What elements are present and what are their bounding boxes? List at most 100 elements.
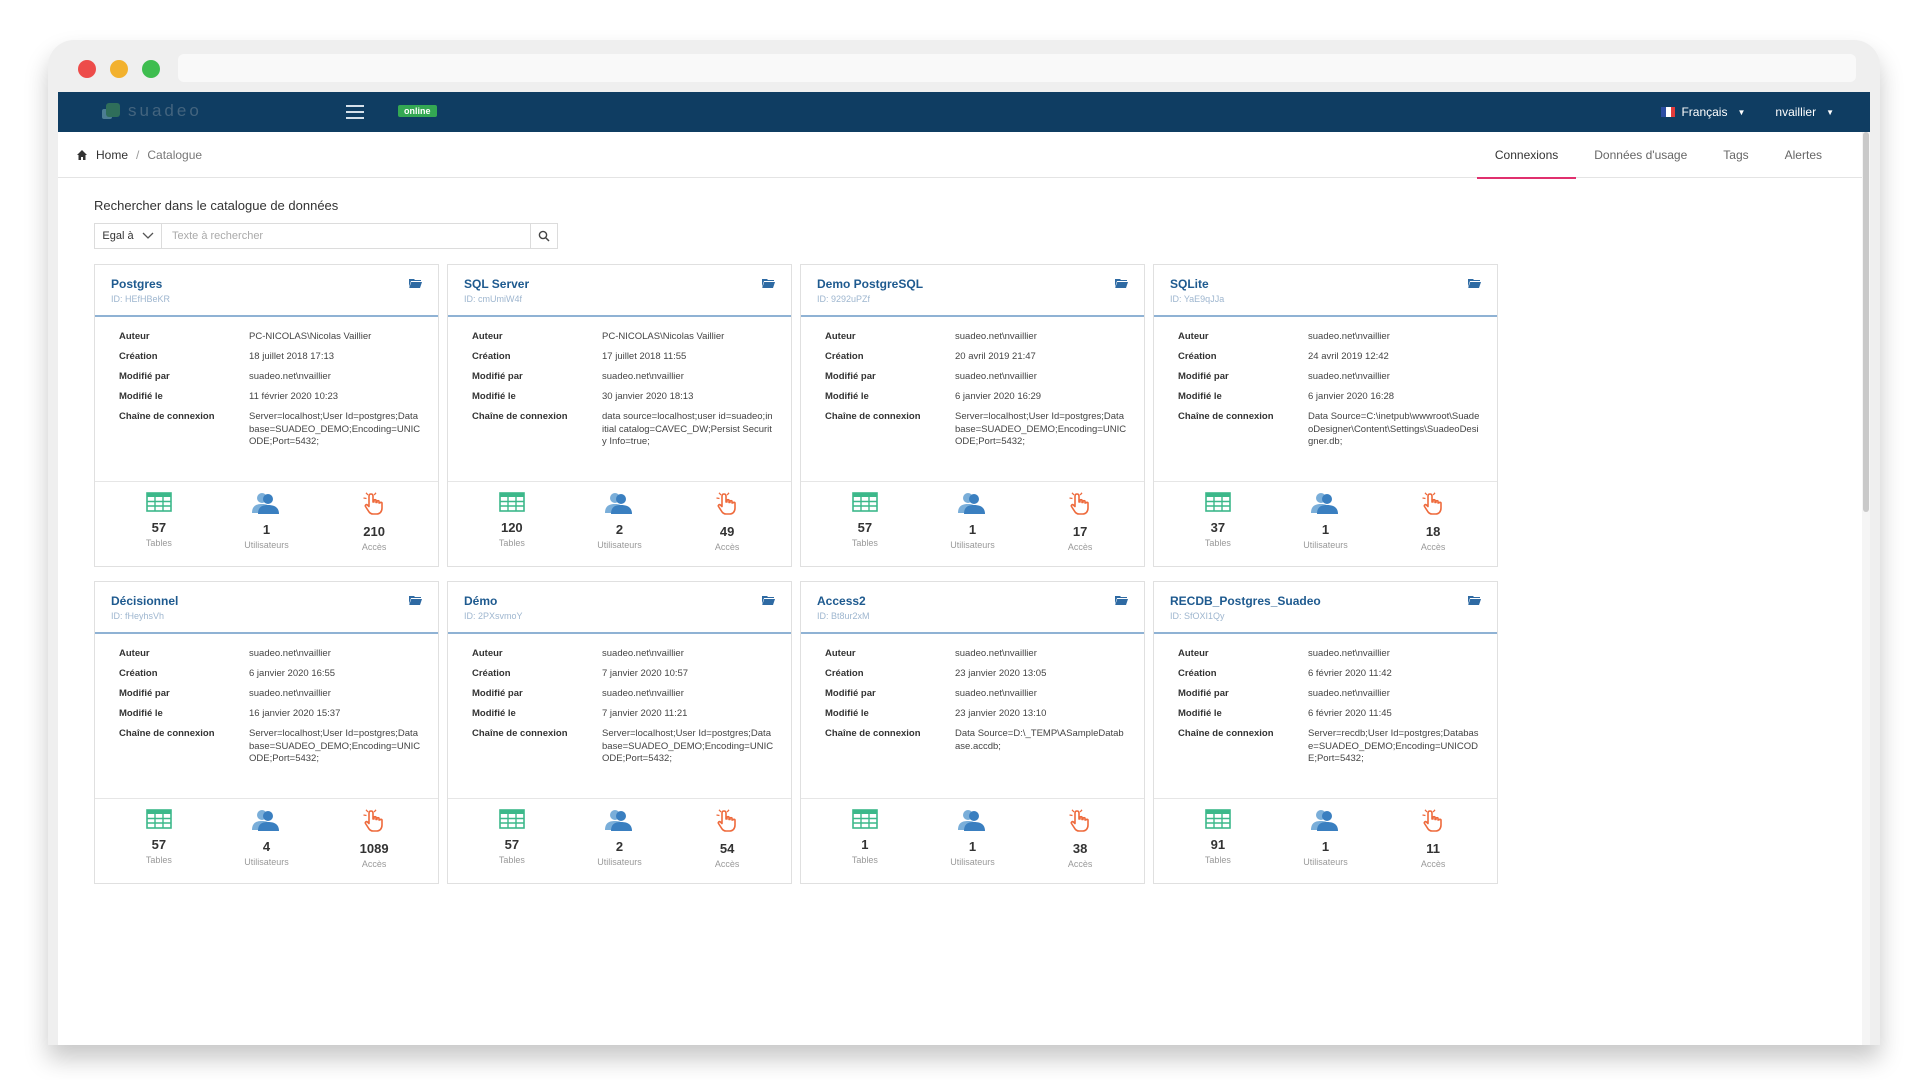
stat-access[interactable]: 11 Accès bbox=[1388, 809, 1478, 869]
table-grid-icon bbox=[852, 492, 878, 512]
tab-connexions[interactable]: Connexions bbox=[1476, 132, 1577, 179]
close-window-button[interactable] bbox=[78, 60, 96, 78]
stat-users[interactable]: 1 Utilisateurs bbox=[927, 809, 1017, 869]
meta-label: Chaîne de connexion bbox=[119, 728, 215, 739]
caret-down-icon: ▼ bbox=[1826, 107, 1834, 117]
search-operator-select[interactable]: Egal à bbox=[94, 223, 162, 249]
stat-tables[interactable]: 57 Tables bbox=[114, 492, 204, 552]
tables-count: 57 bbox=[151, 837, 167, 852]
minimize-window-button[interactable] bbox=[110, 60, 128, 78]
stat-access[interactable]: 38 Accès bbox=[1035, 809, 1125, 869]
tab-donnees-usage[interactable]: Données d'usage bbox=[1576, 132, 1705, 178]
connection-card[interactable]: Demo PostgreSQL ID: 9292uPZf Auteur suade… bbox=[800, 264, 1145, 567]
stat-tables[interactable]: 1 Tables bbox=[820, 809, 910, 869]
stat-access[interactable]: 18 Accès bbox=[1388, 492, 1478, 552]
breadcrumb-home[interactable]: Home bbox=[96, 148, 128, 162]
meta-value: data source=localhost;user id=suadeo;ini… bbox=[602, 411, 773, 447]
stat-users[interactable]: 1 Utilisateurs bbox=[927, 492, 1017, 552]
meta-value: 23 janvier 2020 13:10 bbox=[955, 708, 1047, 719]
stat-users[interactable]: 1 Utilisateurs bbox=[1280, 492, 1370, 552]
meta-label: Création bbox=[1178, 668, 1217, 679]
address-bar[interactable] bbox=[178, 54, 1856, 82]
users-label: Utilisateurs bbox=[597, 857, 642, 867]
logo-mark-icon bbox=[102, 101, 124, 121]
card-id: ID: YaE9qJJa bbox=[1170, 294, 1225, 304]
tab-alertes[interactable]: Alertes bbox=[1767, 132, 1840, 178]
stat-tables[interactable]: 91 Tables bbox=[1173, 809, 1263, 869]
folder-icon[interactable] bbox=[762, 278, 775, 288]
users-count: 1 bbox=[262, 522, 271, 537]
search-input[interactable] bbox=[162, 223, 531, 249]
meta-value: Server=localhost;User Id=postgres;Databa… bbox=[955, 411, 1127, 447]
tab-tags[interactable]: Tags bbox=[1705, 132, 1766, 178]
folder-icon[interactable] bbox=[409, 595, 422, 605]
tables-count: 91 bbox=[1210, 837, 1226, 852]
meta-value: 16 janvier 2020 15:37 bbox=[249, 708, 341, 719]
card-title[interactable]: Démo bbox=[464, 594, 775, 608]
search-operator-label: Egal à bbox=[102, 230, 134, 242]
card-id: ID: 2PXsvmoY bbox=[464, 611, 523, 621]
connection-card[interactable]: Démo ID: 2PXsvmoY Auteur suadeo.net\nvail… bbox=[447, 581, 792, 884]
scrollbar-thumb[interactable] bbox=[1863, 132, 1869, 512]
tables-count: 57 bbox=[857, 520, 873, 535]
stat-tables[interactable]: 37 Tables bbox=[1173, 492, 1263, 552]
card-title[interactable]: SQL Server bbox=[464, 277, 775, 291]
table-grid-icon bbox=[499, 809, 525, 829]
app-logo[interactable]: suadeo bbox=[102, 101, 202, 121]
meta-label: Modifié le bbox=[1178, 708, 1222, 719]
tables-label: Tables bbox=[1204, 538, 1231, 548]
stat-users[interactable]: 1 Utilisateurs bbox=[221, 492, 311, 552]
card-title[interactable]: Postgres bbox=[111, 277, 422, 291]
card-title[interactable]: RECDB_Postgres_Suadeo bbox=[1170, 594, 1481, 608]
stat-tables[interactable]: 57 Tables bbox=[114, 809, 204, 869]
connection-card[interactable]: SQL Server ID: cmUmiW4f Auteur PC-NICOLAS… bbox=[447, 264, 792, 567]
stat-access[interactable]: 1089 Accès bbox=[329, 809, 419, 869]
stat-tables[interactable]: 57 Tables bbox=[820, 492, 910, 552]
hand-pointer-icon bbox=[363, 809, 383, 832]
stat-tables[interactable]: 57 Tables bbox=[467, 809, 557, 869]
card-title[interactable]: Décisionnel bbox=[111, 594, 422, 608]
stat-tables[interactable]: 120 Tables bbox=[467, 492, 557, 552]
users-icon bbox=[958, 493, 986, 514]
connection-card[interactable]: Décisionnel ID: fHeyhsVh Auteur suadeo.ne… bbox=[94, 581, 439, 884]
access-count: 11 bbox=[1426, 841, 1441, 856]
meta-label: Création bbox=[1178, 351, 1217, 362]
meta-label: Chaîne de connexion bbox=[825, 728, 921, 739]
stat-access[interactable]: 210 Accès bbox=[329, 492, 419, 552]
search-button[interactable] bbox=[531, 223, 558, 249]
meta-label: Création bbox=[119, 351, 158, 362]
folder-icon[interactable] bbox=[1115, 278, 1128, 288]
stat-users[interactable]: 1 Utilisateurs bbox=[1280, 809, 1370, 869]
card-stats: 57 Tables 4 Utilisateurs 1089 Accès bbox=[95, 799, 438, 869]
meta-value: 11 février 2020 10:23 bbox=[249, 391, 339, 402]
table-grid-icon bbox=[1205, 492, 1231, 512]
card-title[interactable]: SQLite bbox=[1170, 277, 1481, 291]
language-selector[interactable]: Français ▼ bbox=[1661, 105, 1745, 119]
page-scrollbar[interactable] bbox=[1862, 132, 1870, 1045]
maximize-window-button[interactable] bbox=[142, 60, 160, 78]
hamburger-icon[interactable] bbox=[346, 105, 364, 123]
connection-card[interactable]: Access2 ID: Bt8ur2xM Auteur suadeo.net\nv… bbox=[800, 581, 1145, 884]
folder-icon[interactable] bbox=[762, 595, 775, 605]
folder-icon[interactable] bbox=[1468, 595, 1481, 605]
connection-card[interactable]: Postgres ID: HEfHBeKR Auteur PC-NICOLAS\N… bbox=[94, 264, 439, 567]
stat-users[interactable]: 4 Utilisateurs bbox=[221, 809, 311, 869]
folder-icon[interactable] bbox=[1115, 595, 1128, 605]
stat-users[interactable]: 2 Utilisateurs bbox=[574, 492, 664, 552]
card-id: ID: HEfHBeKR bbox=[111, 294, 171, 304]
stat-access[interactable]: 49 Accès bbox=[682, 492, 772, 552]
card-title[interactable]: Access2 bbox=[817, 594, 1128, 608]
stat-access[interactable]: 54 Accès bbox=[682, 809, 772, 869]
folder-icon[interactable] bbox=[1468, 278, 1481, 288]
connection-card[interactable]: SQLite ID: YaE9qJJa Auteur suadeo.net\nva… bbox=[1153, 264, 1498, 567]
meta-label: Modifié par bbox=[119, 371, 170, 382]
stat-users[interactable]: 2 Utilisateurs bbox=[574, 809, 664, 869]
connection-card[interactable]: RECDB_Postgres_Suadeo ID: SfOXI1Qy Auteu… bbox=[1153, 581, 1498, 884]
meta-label: Modifié le bbox=[825, 708, 869, 719]
stat-access[interactable]: 17 Accès bbox=[1035, 492, 1125, 552]
card-title[interactable]: Demo PostgreSQL bbox=[817, 277, 1128, 291]
user-menu[interactable]: nvaillier ▼ bbox=[1775, 105, 1834, 119]
search-icon bbox=[538, 230, 550, 242]
users-icon bbox=[605, 810, 633, 831]
folder-icon[interactable] bbox=[409, 278, 422, 288]
